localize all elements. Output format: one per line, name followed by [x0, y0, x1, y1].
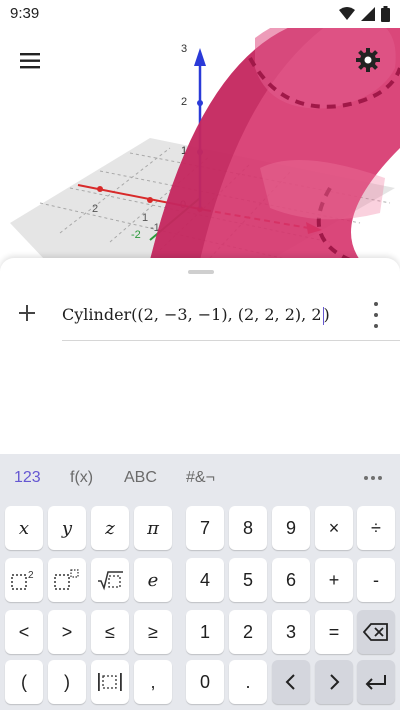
algebra-input-text: Cylinder((2, −3, −1), (2, 2, 2), 2: [62, 305, 322, 324]
more-vert-icon-dot: [374, 313, 378, 317]
key-7[interactable]: 7: [186, 506, 224, 550]
status-bar: 9:39: [0, 0, 400, 28]
square-power-icon: 2: [11, 570, 34, 590]
key-6[interactable]: 6: [272, 558, 310, 602]
algebra-input[interactable]: Cylinder((2, −3, −1), (2, 2, 2), 2): [62, 298, 342, 332]
key-4[interactable]: 4: [186, 558, 224, 602]
more-vert-icon: [374, 302, 378, 306]
z-tick-point: [197, 100, 203, 106]
hamburger-icon: [20, 53, 40, 69]
tab-functions[interactable]: f(x): [70, 454, 93, 502]
key-8[interactable]: 8: [229, 506, 267, 550]
key-backspace[interactable]: [357, 610, 395, 654]
key-3[interactable]: 3: [272, 610, 310, 654]
key-comma[interactable]: ,: [134, 660, 172, 704]
graphics-view[interactable]: 3 2 1 2 1 -1 -2 0: [0, 28, 400, 260]
key-y[interactable]: y: [48, 506, 86, 550]
key-greater-equal[interactable]: ≥: [134, 610, 172, 654]
chevron-right-icon: [330, 674, 340, 690]
more-horiz-icon[interactable]: [364, 476, 382, 480]
key-greater-than[interactable]: >: [48, 610, 86, 654]
key-close-paren[interactable]: ): [48, 660, 86, 704]
svg-text:2: 2: [28, 570, 34, 581]
plus-icon: [19, 305, 35, 321]
key-square[interactable]: 2: [5, 558, 43, 602]
key-cursor-right[interactable]: [315, 660, 353, 704]
x-label-1: 1: [142, 212, 148, 224]
status-icons: [339, 6, 390, 22]
add-input-button[interactable]: [12, 298, 42, 328]
x-tick-point: [147, 197, 153, 203]
signal-icon: [361, 7, 375, 21]
battery-icon: [381, 6, 390, 22]
key-plus[interactable]: +: [315, 558, 353, 602]
input-underline: [62, 340, 400, 341]
power-icon: [54, 569, 79, 590]
key-less-than[interactable]: <: [5, 610, 43, 654]
key-abs[interactable]: [91, 660, 129, 704]
key-decimal[interactable]: .: [229, 660, 267, 704]
key-divide[interactable]: ÷: [357, 506, 395, 550]
key-less-equal[interactable]: ≤: [91, 610, 129, 654]
tab-123[interactable]: 123: [14, 454, 41, 502]
key-5[interactable]: 5: [229, 558, 267, 602]
algebra-panel: Cylinder((2, −3, −1), (2, 2, 2), 2): [0, 258, 400, 454]
drag-handle[interactable]: [188, 270, 214, 274]
tab-symbols[interactable]: #&¬: [186, 454, 215, 502]
z-axis-arrow: [194, 48, 206, 66]
x-label-2: 2: [92, 203, 98, 215]
backspace-icon: [363, 623, 388, 641]
key-minus[interactable]: -: [357, 558, 395, 602]
settings-button[interactable]: [354, 46, 382, 74]
wifi-icon: [339, 7, 355, 20]
enter-icon: [365, 675, 386, 690]
sqrt-icon: [98, 571, 123, 591]
more-vert-icon-dot: [374, 324, 378, 328]
key-e[interactable]: e: [134, 558, 172, 602]
z-label-3: 3: [181, 43, 187, 55]
key-x[interactable]: x: [5, 506, 43, 550]
more-options-button[interactable]: [370, 302, 382, 328]
status-time: 9:39: [10, 5, 40, 22]
key-1[interactable]: 1: [186, 610, 224, 654]
key-multiply[interactable]: ×: [315, 506, 353, 550]
key-0[interactable]: 0: [186, 660, 224, 704]
x-tick-point: [97, 186, 103, 192]
y-label-2: -2: [131, 229, 141, 241]
key-power[interactable]: [48, 558, 86, 602]
menu-button[interactable]: [18, 50, 44, 72]
z-label-2: 2: [181, 96, 187, 108]
algebra-input-closing-paren: ): [323, 305, 330, 324]
chevron-left-icon: [285, 674, 295, 690]
key-sqrt[interactable]: [91, 558, 129, 602]
key-enter[interactable]: [357, 660, 395, 704]
abs-value-icon: [98, 673, 122, 691]
key-equals[interactable]: =: [315, 610, 353, 654]
key-open-paren[interactable]: (: [5, 660, 43, 704]
graphics-canvas: 3 2 1 2 1 -1 -2 0: [10, 28, 400, 260]
keyboard-tabs: 123 f(x) ABC #&¬: [0, 454, 400, 502]
key-z[interactable]: z: [91, 506, 129, 550]
math-keyboard: 123 f(x) ABC #&¬ x y z π 7 8 9 × ÷ 2 e 4…: [0, 454, 400, 710]
gear-icon: [356, 48, 380, 72]
tab-abc[interactable]: ABC: [124, 454, 157, 502]
key-2[interactable]: 2: [229, 610, 267, 654]
key-pi[interactable]: π: [134, 506, 172, 550]
key-9[interactable]: 9: [272, 506, 310, 550]
key-cursor-left[interactable]: [272, 660, 310, 704]
